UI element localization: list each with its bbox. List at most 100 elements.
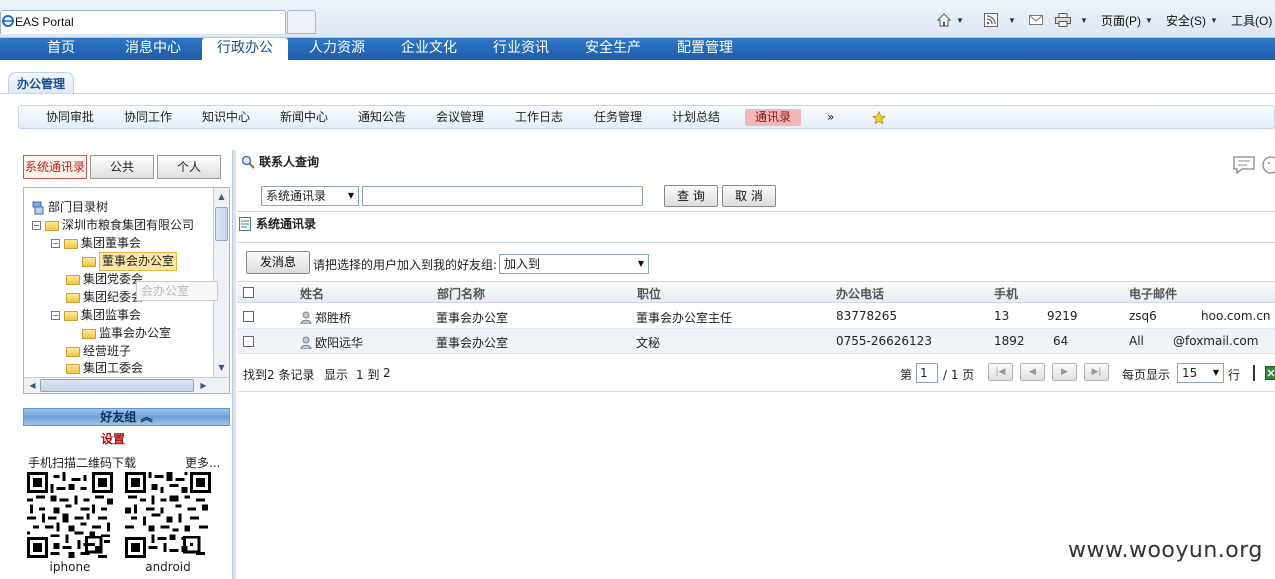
home-button[interactable]: ▼ — [936, 10, 964, 30]
add-group-select[interactable]: 加入到 ▼ — [499, 254, 649, 274]
smiley-icon[interactable] — [1261, 155, 1275, 175]
subnav-knowledge[interactable]: 知识中心 — [202, 109, 250, 126]
select-all-checkbox[interactable] — [243, 287, 254, 298]
tree-node-board-office[interactable]: 董事会办公室 — [82, 252, 178, 271]
rss-icon — [984, 13, 998, 27]
nav-hr[interactable]: 人力资源 — [298, 38, 376, 60]
subnav-approval[interactable]: 协同审批 — [46, 109, 94, 126]
source-select[interactable]: 系统通讯录 ▼ — [261, 186, 359, 206]
scroll-down-icon[interactable]: ▼ — [215, 360, 228, 375]
subnav-worklog[interactable]: 工作日志 — [515, 109, 563, 126]
tools-menu[interactable]: 工具(O) — [1231, 10, 1272, 30]
settings-link[interactable]: 设置 — [18, 430, 208, 447]
column-position[interactable]: 职位 — [637, 285, 661, 302]
browser-tab[interactable]: EAS Portal — [0, 10, 286, 34]
folder-icon — [66, 363, 80, 374]
send-message-button[interactable]: 发消息 — [246, 251, 310, 274]
scroll-left-icon[interactable]: ◀ — [25, 378, 40, 393]
friend-group-bar[interactable]: 好友组 ︽ — [23, 408, 230, 426]
collapse-icon[interactable]: − — [51, 239, 60, 248]
last-page-button[interactable]: ▶| — [1084, 363, 1109, 381]
ie-icon — [2, 15, 14, 27]
column-office-phone[interactable]: 办公电话 — [836, 285, 884, 302]
nav-industry-news[interactable]: 行业资讯 — [482, 38, 560, 60]
qr-code-android-icon — [125, 472, 211, 558]
collapse-icon[interactable]: − — [32, 221, 41, 230]
subnav-plans[interactable]: 计划总结 — [672, 109, 720, 126]
column-department[interactable]: 部门名称 — [437, 285, 485, 302]
tree-node-board[interactable]: − 集团董事会 — [51, 235, 141, 252]
scroll-thumb[interactable] — [215, 207, 228, 241]
scroll-thumb[interactable] — [40, 379, 194, 392]
column-mobile[interactable]: 手机 — [994, 285, 1018, 302]
cell-name: 欧阳远华 — [300, 334, 363, 351]
column-email[interactable]: 电子邮件 — [1129, 285, 1177, 302]
subnav-notices[interactable]: 通知公告 — [358, 109, 406, 126]
page-total: / 1 页 — [943, 368, 975, 382]
export-excel-icon[interactable] — [1265, 366, 1275, 380]
print-button[interactable]: ▼ — [1055, 10, 1088, 30]
table-row[interactable]: 郑胜桥 董事会办公室 董事会办公室主任 83778265 13 9219 zsq… — [237, 304, 1275, 329]
query-button[interactable]: 查 询 — [664, 185, 718, 207]
tree-node-union[interactable]: 集团工委会 — [66, 360, 143, 377]
nav-message-center[interactable]: 消息中心 — [114, 38, 192, 60]
folder-icon — [66, 346, 80, 357]
tree-horizontal-scrollbar[interactable]: ◀ ▶ — [24, 377, 229, 393]
tab-system-contacts[interactable]: 系统通讯录 — [23, 155, 87, 179]
tree-node-company[interactable]: − 深圳市粮食集团有限公司 — [32, 217, 194, 234]
tree-node-supervisory-office[interactable]: 监事会办公室 — [82, 325, 171, 342]
subnav-contacts[interactable]: 通讯录 — [745, 109, 802, 126]
cell-email-prefix: All — [1129, 334, 1144, 348]
tree-node-discipline[interactable]: 集团纪委会 — [66, 289, 143, 306]
tab-personal[interactable]: 个人 — [157, 155, 221, 179]
nav-safety[interactable]: 安全生产 — [574, 38, 652, 60]
tree-node-party[interactable]: 集团党委会 — [66, 271, 143, 288]
subnav-more[interactable]: » — [827, 109, 834, 126]
display-label: 显示 — [324, 368, 349, 382]
scroll-up-icon[interactable]: ▲ — [215, 189, 228, 204]
new-tab-button[interactable] — [287, 10, 316, 34]
cell-email-suffix: @foxmail.com — [1173, 334, 1259, 348]
page-menu-label: 页面(P) — [1101, 13, 1141, 28]
more-link[interactable]: 更多... — [185, 454, 220, 471]
search-input[interactable] — [362, 186, 643, 206]
cell-name: 郑胜桥 — [300, 309, 351, 326]
tree-node-supervisory[interactable]: − 集团监事会 — [51, 307, 141, 324]
page-menu[interactable]: 页面(P) ▼ — [1101, 10, 1153, 30]
collapse-icon[interactable]: − — [51, 311, 60, 320]
column-name[interactable]: 姓名 — [300, 285, 324, 302]
comment-icon[interactable] — [1233, 155, 1255, 175]
tree-node-management[interactable]: 经营班子 — [66, 343, 131, 360]
row-checkbox[interactable] — [243, 311, 254, 322]
row-checkbox[interactable] — [243, 336, 254, 347]
folder-icon — [66, 274, 80, 285]
page-number-input[interactable]: 1 — [916, 363, 938, 383]
cancel-button[interactable]: 取 消 — [722, 185, 776, 207]
folder-icon — [45, 220, 59, 231]
subnav-tasks[interactable]: 任务管理 — [594, 109, 642, 126]
subnav-news[interactable]: 新闻中心 — [280, 109, 328, 126]
prev-page-button[interactable]: ◀ — [1020, 363, 1045, 381]
mail-button[interactable] — [1029, 10, 1043, 30]
per-page-select[interactable]: 15 ▼ — [1177, 363, 1224, 383]
tools-menu-label: 工具(O) — [1231, 13, 1273, 28]
nav-config[interactable]: 配置管理 — [666, 38, 744, 60]
tab-public[interactable]: 公共 — [90, 155, 154, 179]
panel-splitter[interactable] — [232, 150, 236, 579]
table-row[interactable]: 欧阳远华 董事会办公室 文秘 0755-26626123 1892 64 All… — [237, 329, 1275, 354]
nav-culture[interactable]: 企业文化 — [390, 38, 468, 60]
subnav-collab-work[interactable]: 协同工作 — [124, 109, 172, 126]
tree-root[interactable]: 部门目录树 — [32, 199, 108, 216]
star-icon[interactable] — [872, 111, 886, 125]
browser-toolbar: EAS Portal ▼ ▼ ▼ 页面(P) ▼ 安全(S) ▼ 工具(O) — [0, 0, 1275, 38]
nav-home[interactable]: 首页 — [30, 38, 92, 60]
subnav-meetings[interactable]: 会议管理 — [436, 109, 484, 126]
corner-tools — [1233, 155, 1275, 175]
scroll-right-icon[interactable]: ▶ — [196, 378, 211, 393]
divider — [237, 242, 1275, 243]
safety-menu[interactable]: 安全(S) ▼ — [1166, 10, 1218, 30]
nav-admin-office[interactable]: 行政办公 — [202, 38, 288, 60]
next-page-button[interactable]: ▶ — [1052, 363, 1077, 381]
first-page-button[interactable]: |◀ — [988, 363, 1013, 381]
feeds-button[interactable]: ▼ — [984, 10, 1016, 30]
